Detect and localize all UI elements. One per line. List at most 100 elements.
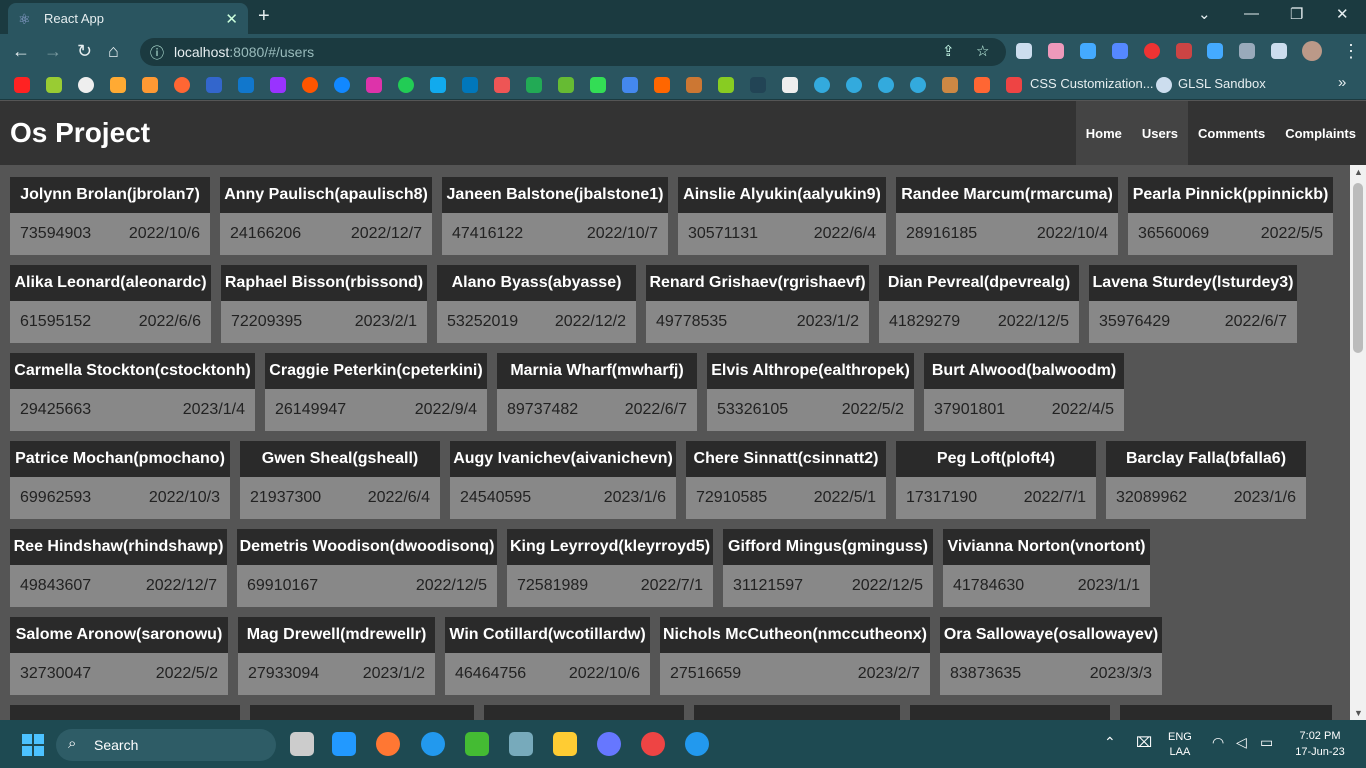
docker-icon[interactable] xyxy=(421,732,445,756)
bookmark-icon[interactable] xyxy=(494,77,510,93)
language-indicator[interactable]: ENG LAA xyxy=(1168,730,1192,760)
user-id: 69962593 xyxy=(20,489,92,506)
bookmark-icon[interactable] xyxy=(1006,77,1022,93)
clock[interactable]: 7:02 PM 17-Jun-23 xyxy=(1290,728,1350,760)
url-text: localhost:8080/#/users xyxy=(174,44,315,60)
bookmark-icon[interactable] xyxy=(718,77,734,93)
bookmark-icon[interactable] xyxy=(750,77,766,93)
windows-start-icon[interactable] xyxy=(22,734,44,756)
reading-list-icon[interactable] xyxy=(1239,43,1255,59)
user-id: 32730047 xyxy=(20,665,92,682)
user-id: 35976429 xyxy=(1099,313,1171,330)
extension-icon[interactable] xyxy=(1112,43,1128,59)
avatar[interactable] xyxy=(1302,41,1322,61)
firefox-icon[interactable] xyxy=(376,732,400,756)
bookmark-icon[interactable] xyxy=(142,77,158,93)
extension-icon[interactable] xyxy=(1080,43,1096,59)
discord-icon[interactable] xyxy=(597,732,621,756)
wifi-icon[interactable]: ◠ xyxy=(1212,734,1224,751)
nav-comments[interactable]: Comments xyxy=(1188,101,1275,165)
scroll-down-icon[interactable]: ▼ xyxy=(1354,708,1363,718)
bookmark-icon[interactable] xyxy=(526,77,542,93)
scrollbar[interactable]: ▲ ▼ xyxy=(1350,165,1366,720)
vscode-icon[interactable] xyxy=(332,732,356,756)
bookmark-glsl-sandbox[interactable]: GLSL Sandbox xyxy=(1178,76,1266,91)
scroll-up-icon[interactable]: ▲ xyxy=(1354,167,1363,177)
globe-icon[interactable] xyxy=(846,77,862,93)
twitter-icon[interactable] xyxy=(430,77,446,93)
extension-icon[interactable] xyxy=(1176,43,1192,59)
bookmark-icon[interactable] xyxy=(174,77,190,93)
star-icon[interactable]: ☆ xyxy=(976,42,989,60)
paypal-icon[interactable] xyxy=(206,77,222,93)
translate-icon[interactable] xyxy=(622,77,638,93)
file-explorer-icon[interactable] xyxy=(553,732,577,756)
linkedin-icon[interactable] xyxy=(462,77,478,93)
usb-icon[interactable]: ⌧ xyxy=(1136,734,1152,751)
whatsapp-icon[interactable] xyxy=(398,77,414,93)
task-view-icon[interactable] xyxy=(290,732,314,756)
chevron-down-icon[interactable]: ⌄ xyxy=(1198,5,1211,23)
maximize-button[interactable]: ❐ xyxy=(1290,5,1303,23)
bookmark-icon[interactable] xyxy=(590,77,606,93)
browser-tab[interactable]: ⚛ React App ✕ xyxy=(8,3,248,34)
puzzle-icon[interactable] xyxy=(1207,43,1223,59)
youtube-icon[interactable] xyxy=(14,77,30,93)
forward-icon[interactable]: → xyxy=(44,41,62,62)
user-card: Craggie Peterkin(cpeterkini) 26149947 2022… xyxy=(265,353,487,431)
outlook-icon[interactable] xyxy=(238,77,254,93)
nav-complaints[interactable]: Complaints xyxy=(1275,101,1366,165)
github-icon[interactable] xyxy=(78,77,94,93)
chrome-icon[interactable] xyxy=(641,732,665,756)
twitch-icon[interactable] xyxy=(270,77,286,93)
react-devtools-icon[interactable] xyxy=(1016,43,1032,59)
user-name: Alano Byass(abyasse) xyxy=(437,265,636,301)
battery-icon[interactable]: ▭ xyxy=(1260,734,1273,751)
nav-users[interactable]: Users xyxy=(1131,101,1189,165)
extension-icon[interactable] xyxy=(1144,43,1160,59)
minecraft-icon[interactable] xyxy=(465,732,489,756)
globe-icon[interactable] xyxy=(814,77,830,93)
info-icon[interactable]: ⓘ xyxy=(150,43,164,63)
globe-icon[interactable] xyxy=(1156,77,1172,93)
globe-icon[interactable] xyxy=(910,77,926,93)
reload-icon[interactable]: ↻ xyxy=(77,41,92,62)
scrollbar-thumb[interactable] xyxy=(1353,183,1363,353)
bookmark-css-customization[interactable]: CSS Customization... xyxy=(1030,76,1154,91)
chevron-up-icon[interactable]: ⌃ xyxy=(1104,734,1116,751)
new-tab-button[interactable]: + xyxy=(258,5,270,28)
minimize-button[interactable]: — xyxy=(1244,5,1259,22)
home-icon[interactable]: ⌂ xyxy=(108,41,119,62)
back-icon[interactable]: ← xyxy=(12,41,30,62)
user-name xyxy=(10,705,240,720)
globe-icon[interactable] xyxy=(878,77,894,93)
user-card: Renard Grishaev(rgrishaevf) 49778535 2023/… xyxy=(646,265,869,343)
user-card: Raphael Bisson(rbissond) 72209395 2023/2/1 xyxy=(221,265,427,343)
bookmark-icon[interactable] xyxy=(942,77,958,93)
address-bar[interactable]: ⓘ localhost:8080/#/users ⇪ ☆ xyxy=(140,38,1006,66)
chevron-right-icon[interactable]: » xyxy=(1338,74,1346,91)
close-icon[interactable]: ✕ xyxy=(225,10,238,28)
bookmark-icon[interactable] xyxy=(686,77,702,93)
bookmark-icon[interactable] xyxy=(110,77,126,93)
monitor-icon[interactable] xyxy=(509,732,533,756)
user-meta: 53252019 2022/12/2 xyxy=(437,301,636,343)
volume-icon[interactable]: ◁ xyxy=(1236,734,1247,751)
sidebar-icon[interactable] xyxy=(1271,43,1287,59)
instagram-icon[interactable] xyxy=(366,77,382,93)
reddit-icon[interactable] xyxy=(302,77,318,93)
window-close-button[interactable]: ✕ xyxy=(1336,5,1349,23)
taskbar-search[interactable]: ⌕ Search xyxy=(56,729,276,761)
bookmark-icon[interactable] xyxy=(782,77,798,93)
docker-icon[interactable] xyxy=(685,732,709,756)
user-meta: 21937300 2022/6/4 xyxy=(240,477,440,519)
extension-icon[interactable] xyxy=(1048,43,1064,59)
soundcloud-icon[interactable] xyxy=(654,77,670,93)
bookmark-icon[interactable] xyxy=(974,77,990,93)
share-icon[interactable]: ⇪ xyxy=(942,42,955,60)
bookmark-icon[interactable] xyxy=(558,77,574,93)
menu-icon[interactable]: ⋮ xyxy=(1342,41,1360,62)
nav-home[interactable]: Home xyxy=(1075,101,1132,165)
bookmark-icon[interactable] xyxy=(46,77,62,93)
facebook-icon[interactable] xyxy=(334,77,350,93)
